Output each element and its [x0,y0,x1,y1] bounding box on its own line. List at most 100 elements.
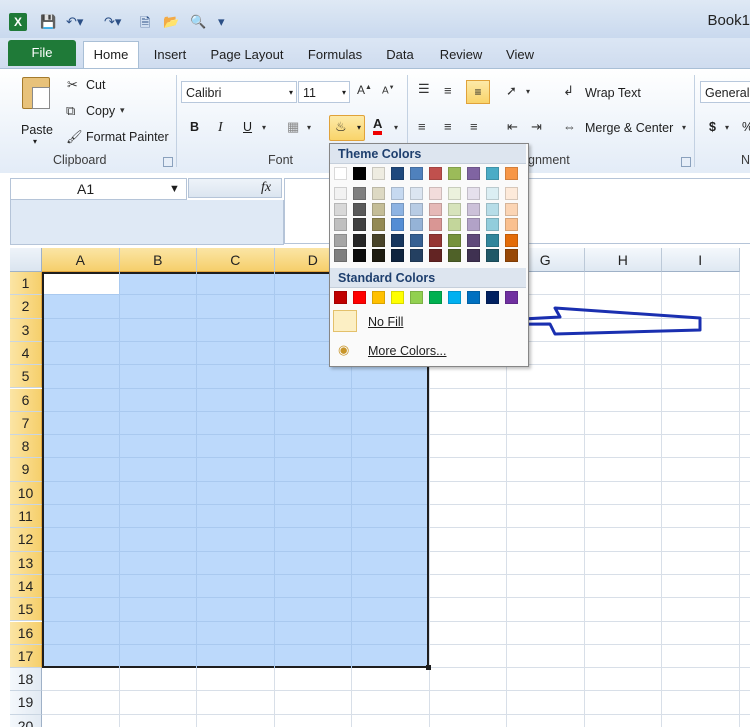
name-box[interactable]: A1 ▼ [10,178,187,200]
theme-color-swatch[interactable] [353,167,366,180]
fill-color-button[interactable]: ♨ ▾ [329,115,365,141]
theme-shade-swatch[interactable] [429,187,442,200]
increase-indent-icon[interactable]: ⇥ [531,119,542,135]
font-color-dropdown-icon[interactable]: ▾ [394,123,398,132]
font-name-select[interactable]: Calibri ▾ [181,81,297,103]
merge-dropdown-icon[interactable]: ▾ [682,123,686,132]
row-header-17[interactable]: 17 [10,644,42,669]
theme-shade-swatch[interactable] [391,249,404,262]
paste-button[interactable]: Paste ▾ [16,75,56,146]
underline-dropdown-icon[interactable]: ▾ [262,123,266,132]
cut-button[interactable]: Cut [86,78,105,92]
theme-shade-swatch[interactable] [410,187,423,200]
theme-shade-swatch[interactable] [429,218,442,231]
theme-color-swatch[interactable] [372,167,385,180]
theme-shade-swatch[interactable] [353,233,366,247]
theme-color-swatch[interactable] [448,167,461,180]
alignment-launcher-icon[interactable] [681,157,691,167]
theme-shade-swatch[interactable] [448,187,461,200]
tab-formulas[interactable]: Formulas [302,44,368,66]
row-header-5[interactable]: 5 [10,365,42,389]
tab-view[interactable]: View [500,44,540,66]
theme-shade-swatch[interactable] [334,249,347,262]
theme-shade-swatch[interactable] [372,233,385,247]
row-header-13[interactable]: 13 [10,551,42,575]
wrap-text-button[interactable]: Wrap Text [585,86,641,100]
tab-file[interactable]: File [8,40,76,66]
standard-color-swatch[interactable] [391,291,404,304]
theme-color-swatch[interactable] [410,167,423,180]
standard-color-swatch[interactable] [353,291,366,304]
print-preview-icon[interactable]: 🔍 [190,14,206,30]
copy-button[interactable]: Copy [86,104,115,118]
bold-button[interactable]: B [190,120,199,134]
column-header-a[interactable]: A [42,248,120,272]
font-color-button[interactable]: A [373,117,383,135]
grow-font-icon[interactable]: A▲ [357,83,372,97]
row-header-14[interactable]: 14 [10,574,42,599]
row-header-7[interactable]: 7 [10,411,42,436]
format-painter-button[interactable]: Format Painter [86,130,169,144]
theme-shade-swatch[interactable] [505,187,518,200]
align-left-icon[interactable]: ≡ [418,119,426,134]
undo-icon[interactable]: ↶▾ [66,14,83,30]
theme-shade-swatch[interactable] [467,218,480,231]
shrink-font-icon[interactable]: A▼ [382,85,395,96]
row-header-2[interactable]: 2 [10,295,42,319]
theme-shade-swatch[interactable] [353,218,366,231]
row-header-15[interactable]: 15 [10,598,42,622]
currency-dropdown-icon[interactable]: ▾ [725,123,729,132]
theme-color-swatch[interactable] [429,167,442,180]
tab-insert[interactable]: Insert [146,44,194,66]
theme-shade-swatch[interactable] [334,218,347,231]
standard-color-swatch[interactable] [448,291,461,304]
theme-color-swatch[interactable] [391,167,404,180]
more-colors-item[interactable]: ◉ More Colors... [330,340,526,362]
row-header-1[interactable]: 1 [10,272,42,296]
standard-color-swatch[interactable] [429,291,442,304]
borders-dropdown-icon[interactable]: ▾ [307,123,311,132]
font-size-select[interactable]: 11 ▾ [298,81,350,103]
column-header-h[interactable]: H [584,248,662,272]
theme-shade-swatch[interactable] [486,218,499,231]
row-header-6[interactable]: 6 [10,388,42,412]
name-box-dropdown-icon[interactable]: ▼ [169,179,180,199]
merge-center-button[interactable]: Merge & Center [585,121,673,135]
row-header-20[interactable]: 20 [10,714,42,727]
save-icon[interactable]: 💾 [40,14,56,30]
standard-color-swatch[interactable] [410,291,423,304]
orientation-dropdown-icon[interactable]: ▾ [526,87,530,96]
customize-qat-icon[interactable]: ▾ [218,14,225,30]
theme-color-swatch[interactable] [505,167,518,180]
theme-color-swatch[interactable] [486,167,499,180]
theme-shade-swatch[interactable] [505,233,518,247]
theme-shade-swatch[interactable] [429,249,442,262]
theme-shade-swatch[interactable] [410,218,423,231]
theme-shade-swatch[interactable] [353,202,366,216]
redo-icon[interactable]: ↷▾ [104,14,121,30]
column-header-c[interactable]: C [197,248,275,272]
formula-bar-resizer[interactable]: fx [188,178,282,198]
bottom-align-button[interactable]: ≡ [466,80,490,104]
borders-icon[interactable]: ▦ [287,119,299,135]
align-center-icon[interactable]: ≡ [444,119,452,134]
open-folder-icon[interactable]: 📂 [163,14,179,30]
orientation-icon[interactable]: ➚ [506,83,517,99]
tab-data[interactable]: Data [379,44,421,66]
tab-home[interactable]: Home [83,41,139,69]
theme-shade-swatch[interactable] [448,233,461,247]
middle-align-icon[interactable]: ≡ [444,83,452,98]
theme-shade-swatch[interactable] [353,249,366,262]
theme-shade-swatch[interactable] [372,218,385,231]
copy-dropdown-icon[interactable]: ▾ [120,105,125,116]
row-header-12[interactable]: 12 [10,528,42,552]
theme-shade-swatch[interactable] [467,202,480,216]
clipboard-launcher-icon[interactable] [163,157,173,167]
theme-shade-swatch[interactable] [410,202,423,216]
standard-color-swatch[interactable] [486,291,499,304]
theme-shade-swatch[interactable] [391,218,404,231]
theme-shade-swatch[interactable] [429,202,442,216]
row-header-11[interactable]: 11 [10,505,42,529]
row-header-19[interactable]: 19 [10,691,42,715]
decrease-indent-icon[interactable]: ⇤ [507,119,518,135]
